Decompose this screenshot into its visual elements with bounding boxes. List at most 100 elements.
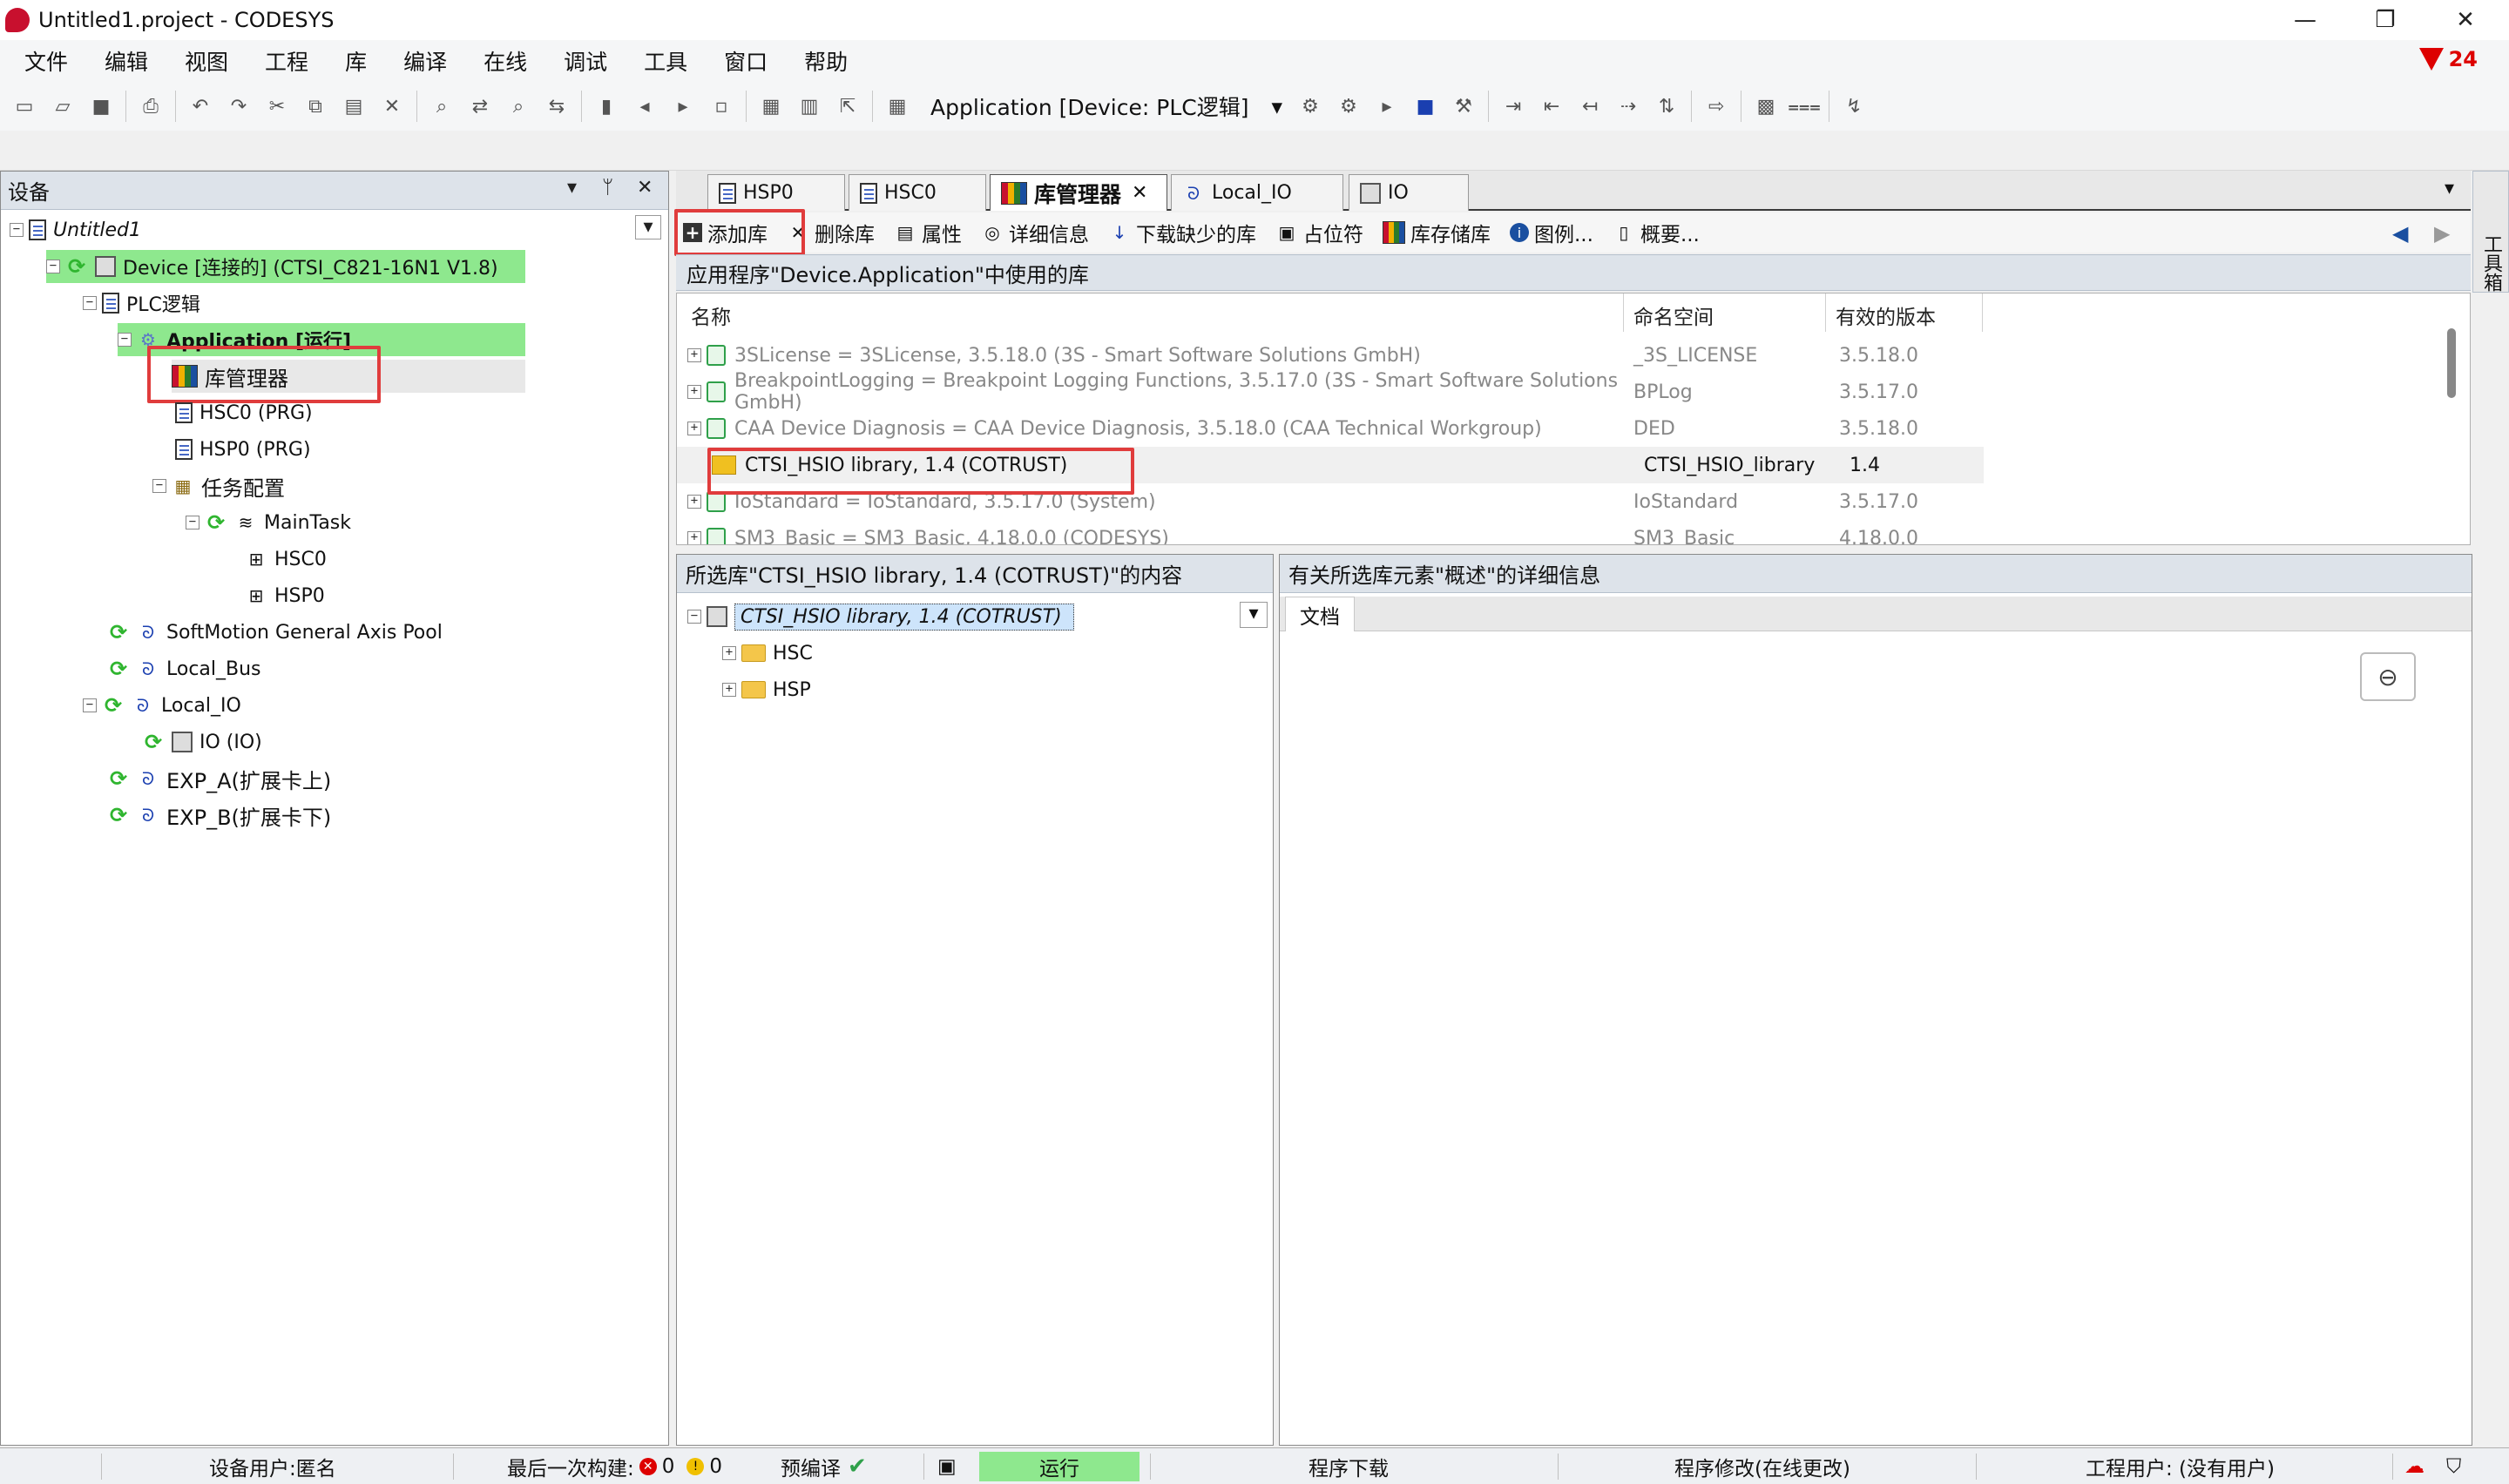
menu-debug[interactable]: 调试 <box>564 45 607 77</box>
collapse-icon[interactable]: − <box>83 698 97 712</box>
table-row[interactable]: + IoStandard = IoStandard, 3.5.17.0 (Sys… <box>677 483 1984 520</box>
tree-item-exp-a[interactable]: ⟳ ᘐ EXP_A(扩展卡上) <box>107 762 331 795</box>
tab-local-io[interactable]: ᘐ Local_IO <box>1171 174 1343 211</box>
compile-icon[interactable]: ▦ <box>758 93 784 119</box>
cloud-icon[interactable]: ☁ <box>2404 1448 2424 1484</box>
tab-hsc0[interactable]: HSC0 <box>849 174 986 211</box>
add-library-button[interactable]: + 添加库 <box>683 218 768 247</box>
stop-icon[interactable]: ■ <box>1412 93 1438 119</box>
open-folder-icon[interactable]: ▱ <box>50 93 76 119</box>
message-filter-indicator[interactable]: 24 <box>2418 47 2478 71</box>
expand-icon[interactable]: + <box>687 422 701 435</box>
tree-item-task-hsp0[interactable]: ⊞ HSP0 <box>245 579 325 612</box>
menu-view[interactable]: 视图 <box>185 45 228 77</box>
collapse-icon[interactable]: − <box>687 610 701 624</box>
tree-item-project[interactable]: − Untitled1 <box>10 213 141 246</box>
expand-icon[interactable]: + <box>687 348 701 362</box>
panel-menu-icon[interactable]: ▾ <box>567 177 577 199</box>
collapse-icon[interactable]: − <box>10 223 24 237</box>
reset-icon[interactable]: ⚒ <box>1451 93 1477 119</box>
tree-item-plc-logic[interactable]: − PLC逻辑 <box>83 287 200 320</box>
online-change-icon[interactable]: ↯ <box>1841 93 1867 119</box>
back-arrow-icon[interactable]: ⊖ <box>2360 652 2416 701</box>
generate-code-icon[interactable]: ▥ <box>796 93 822 119</box>
expand-icon[interactable]: + <box>687 385 701 399</box>
menu-edit[interactable]: 编辑 <box>105 45 148 77</box>
tab-library-manager[interactable]: 库管理器 ✕ <box>990 174 1167 211</box>
expand-icon[interactable]: + <box>722 683 736 697</box>
force-values-icon[interactable]: ▩ <box>1753 93 1779 119</box>
table-row[interactable]: + SM3_Basic = SM3_Basic, 4.18.0.0 (CODES… <box>677 520 1984 544</box>
tree-item-exp-b[interactable]: ⟳ ᘐ EXP_B(扩展卡下) <box>107 799 331 832</box>
table-row[interactable]: + BreakpointLogging = Breakpoint Logging… <box>677 370 1984 414</box>
logout-icon[interactable]: ⚙ <box>1336 93 1362 119</box>
close-window-button[interactable]: ✕ <box>2425 0 2506 40</box>
precompile-status[interactable]: 预编译 ✔ <box>781 1448 867 1484</box>
tree-item-device[interactable]: − ⟳ Device [连接的] (CTSI_C821-16N1 V1.8) <box>46 250 525 283</box>
tree-item-hsc0-prg[interactable]: HSC0 (PRG) <box>175 396 313 429</box>
collapse-icon[interactable]: − <box>118 333 132 347</box>
step-over-icon[interactable]: ⇥ <box>1500 93 1526 119</box>
tree-item-local-bus[interactable]: ⟳ ᘐ Local_Bus <box>107 652 261 685</box>
tree-item-io[interactable]: ⟳ IO (IO) <box>142 725 262 759</box>
active-application-selector[interactable]: Application [Device: PLC逻辑] ▾ <box>922 90 1291 123</box>
bookmark-icon[interactable]: ▮ <box>593 93 619 119</box>
collapse-icon[interactable]: − <box>152 479 166 493</box>
column-header-namespace[interactable]: 命名空间 <box>1633 300 1714 330</box>
tree-item-folder-hsp[interactable]: + HSP <box>722 673 811 706</box>
write-values-icon[interactable]: ⩶ <box>1788 93 1821 119</box>
lock-status-icon[interactable]: ▣ <box>937 1448 957 1484</box>
tab-list-dropdown-icon[interactable]: ▾ <box>2445 178 2454 199</box>
menu-help[interactable]: 帮助 <box>804 45 848 77</box>
minimize-button[interactable]: — <box>2265 0 2345 40</box>
navigate-back-icon[interactable]: ◀ <box>2392 221 2408 246</box>
undo-icon[interactable]: ↶ <box>187 93 213 119</box>
delete-icon[interactable]: ✕ <box>379 93 405 119</box>
collapse-icon[interactable]: − <box>46 260 60 273</box>
table-row[interactable]: + CAA Device Diagnosis = CAA Device Diag… <box>677 410 1984 447</box>
tree-item-application[interactable]: − ⚙ Application [运行] <box>118 323 525 356</box>
library-repository-button[interactable]: 库存储库 <box>1383 218 1491 247</box>
close-tab-icon[interactable]: ✕ <box>1132 182 1147 204</box>
toolbox-side-tab[interactable]: 工具箱 <box>2472 171 2509 293</box>
menu-library[interactable]: 库 <box>345 45 367 77</box>
download-missing-libraries-button[interactable]: ↓ 下载缺少的库 <box>1108 218 1256 247</box>
replace-icon[interactable]: ⇄ <box>467 93 493 119</box>
summary-button[interactable]: ▯ 概要... <box>1613 218 1699 247</box>
tree-item-library-manager[interactable]: 库管理器 <box>172 360 525 393</box>
column-header-version[interactable]: 有效的版本 <box>1836 300 1936 330</box>
tree-item-maintask[interactable]: − ⟳ ≋ MainTask <box>186 506 351 539</box>
show-current-statement-icon[interactable]: ⇨ <box>1703 93 1729 119</box>
tree-item-task-hsc0[interactable]: ⊞ HSC0 <box>245 543 327 576</box>
find-in-project-icon[interactable]: ⌕ <box>505 93 531 119</box>
close-panel-icon[interactable]: ✕ <box>637 177 653 199</box>
table-row[interactable]: + 3SLicense = 3SLicense, 3.5.18.0 (3S - … <box>677 337 1984 374</box>
menu-file[interactable]: 文件 <box>24 45 68 77</box>
placeholder-button[interactable]: ▣ 占位符 <box>1275 218 1363 247</box>
tab-io[interactable]: IO <box>1349 174 1469 211</box>
contents-dropdown-icon[interactable]: ▾ <box>1240 602 1268 628</box>
redo-icon[interactable]: ↷ <box>226 93 252 119</box>
copy-icon[interactable]: ⧉ <box>302 93 328 119</box>
tab-hsp0[interactable]: HSP0 <box>707 174 845 211</box>
expand-icon[interactable]: + <box>687 495 701 509</box>
delete-library-button[interactable]: ✕ 删除库 <box>787 218 875 247</box>
menu-build[interactable]: 编译 <box>403 45 447 77</box>
step-out-icon[interactable]: ↤ <box>1577 93 1603 119</box>
export-icon[interactable]: ⇱ <box>835 93 861 119</box>
tree-item-axis-pool[interactable]: ⟳ ᘐ SoftMotion General Axis Pool <box>107 616 443 649</box>
login-icon[interactable]: ⚙ <box>1297 93 1323 119</box>
tree-item-folder-hsc[interactable]: + HSC <box>722 637 813 670</box>
pin-icon[interactable]: ᛘ <box>602 177 613 199</box>
menu-tools[interactable]: 工具 <box>644 45 687 77</box>
device-tree-dropdown-icon[interactable]: ▾ <box>635 215 661 239</box>
table-row-selected[interactable]: CTSI_HSIO library, 1.4 (COTRUST) CTSI_HS… <box>677 447 1984 483</box>
details-button[interactable]: ◎ 详细信息 <box>981 218 1089 247</box>
navigate-forward-icon[interactable]: ▶ <box>2434 221 2450 246</box>
properties-button[interactable]: ▤ 属性 <box>894 218 962 247</box>
menu-window[interactable]: 窗口 <box>724 45 768 77</box>
legend-button[interactable]: i 图例... <box>1510 218 1593 247</box>
run-to-cursor-icon[interactable]: ⇢ <box>1615 93 1641 119</box>
calendar-icon[interactable]: ▦ <box>884 93 910 119</box>
collapse-icon[interactable]: − <box>186 516 200 530</box>
